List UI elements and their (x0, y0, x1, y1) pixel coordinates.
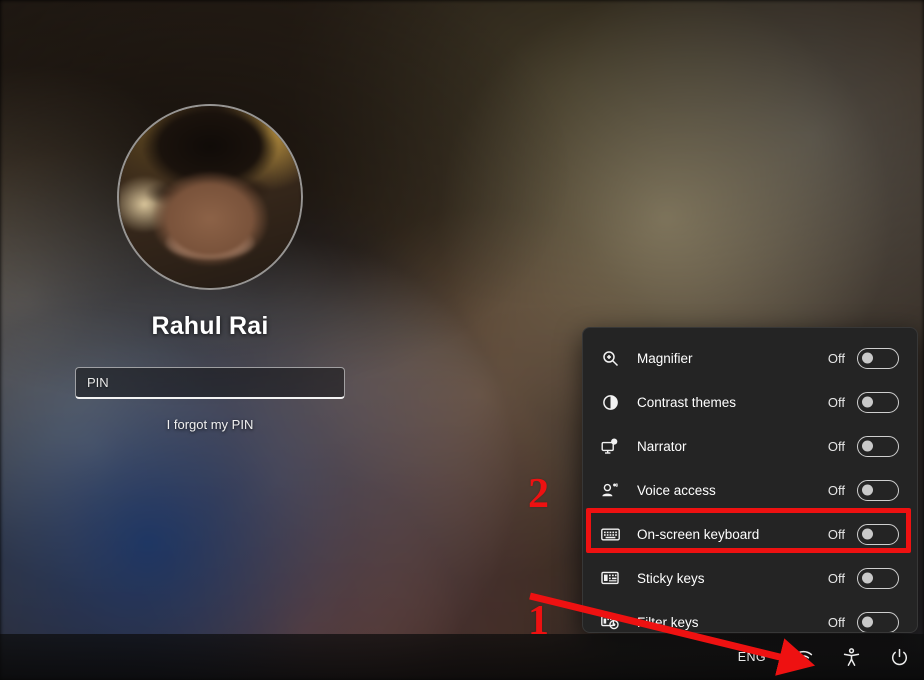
accessibility-item-state: Off (827, 394, 845, 410)
pin-placeholder: PIN (87, 375, 109, 390)
accessibility-item-toggle[interactable] (857, 479, 899, 501)
accessibility-item-label: Voice access (637, 482, 716, 498)
accessibility-item-filter-keys[interactable]: Filter keys Off (583, 600, 917, 632)
accessibility-item-contrast-themes[interactable]: Contrast themes Off (583, 380, 917, 424)
taskbar: ENG (0, 634, 924, 680)
toggle-knob (862, 440, 873, 452)
power-icon[interactable] (888, 646, 910, 668)
accessibility-item-label: Narrator (637, 438, 687, 454)
accessibility-item-state: Off (827, 570, 845, 586)
accessibility-item-toggle[interactable] (857, 391, 899, 413)
accessibility-item-toggle[interactable] (857, 611, 899, 632)
avatar-photo (119, 106, 301, 288)
filter-keys-icon (597, 611, 623, 632)
toggle-knob (862, 572, 873, 584)
accessibility-item-label: Contrast themes (637, 394, 737, 410)
accessibility-item-state: Off (827, 438, 845, 454)
login-panel: Rahul Rai PIN I forgot my PIN (0, 104, 420, 434)
accessibility-item-state: Off (827, 482, 845, 498)
accessibility-item-label: Filter keys (637, 614, 699, 630)
accessibility-item-sticky-keys[interactable]: Sticky keys Off (583, 556, 917, 600)
accessibility-item-label: Sticky keys (637, 570, 705, 586)
system-tray: ENG (738, 634, 910, 680)
accessibility-item-label: On-screen keyboard (637, 526, 760, 542)
voice-access-icon (597, 479, 623, 501)
accessibility-item-voice-access[interactable]: Voice access Off (583, 468, 917, 512)
user-name: Rahul Rai (151, 312, 269, 340)
on-screen-keyboard-icon (597, 523, 623, 545)
toggle-knob (862, 528, 873, 540)
annotation-step-2: 2 (528, 471, 549, 517)
wifi-icon[interactable] (792, 646, 814, 668)
toggle-knob (862, 352, 873, 364)
pin-input[interactable]: PIN (75, 367, 345, 399)
accessibility-icon[interactable] (840, 646, 862, 668)
magnifier-icon (597, 347, 623, 369)
accessibility-item-toggle[interactable] (857, 567, 899, 589)
accessibility-flyout: Magnifier Off Contrast themes Off Narrat… (582, 327, 918, 633)
lock-screen: Rahul Rai PIN I forgot my PIN Magnifier … (0, 0, 924, 680)
forgot-pin-link[interactable]: I forgot my PIN (167, 417, 254, 432)
toggle-knob (862, 484, 873, 496)
accessibility-item-state: Off (827, 350, 845, 366)
accessibility-item-label: Magnifier (637, 350, 693, 366)
accessibility-item-toggle[interactable] (857, 523, 899, 545)
accessibility-item-toggle[interactable] (857, 435, 899, 457)
accessibility-item-narrator[interactable]: Narrator Off (583, 424, 917, 468)
narrator-icon (597, 435, 623, 457)
language-indicator[interactable]: ENG (738, 650, 766, 664)
accessibility-item-state: Off (827, 614, 845, 630)
avatar (117, 104, 303, 290)
accessibility-item-on-screen-keyboard[interactable]: On-screen keyboard Off (583, 512, 917, 556)
accessibility-item-state: Off (827, 526, 845, 542)
toggle-knob (862, 616, 873, 628)
sticky-keys-icon (597, 567, 623, 589)
contrast-themes-icon (597, 391, 623, 413)
toggle-knob (862, 396, 873, 408)
accessibility-item-toggle[interactable] (857, 347, 899, 369)
accessibility-item-magnifier[interactable]: Magnifier Off (583, 336, 917, 380)
annotation-step-1: 1 (528, 598, 549, 644)
